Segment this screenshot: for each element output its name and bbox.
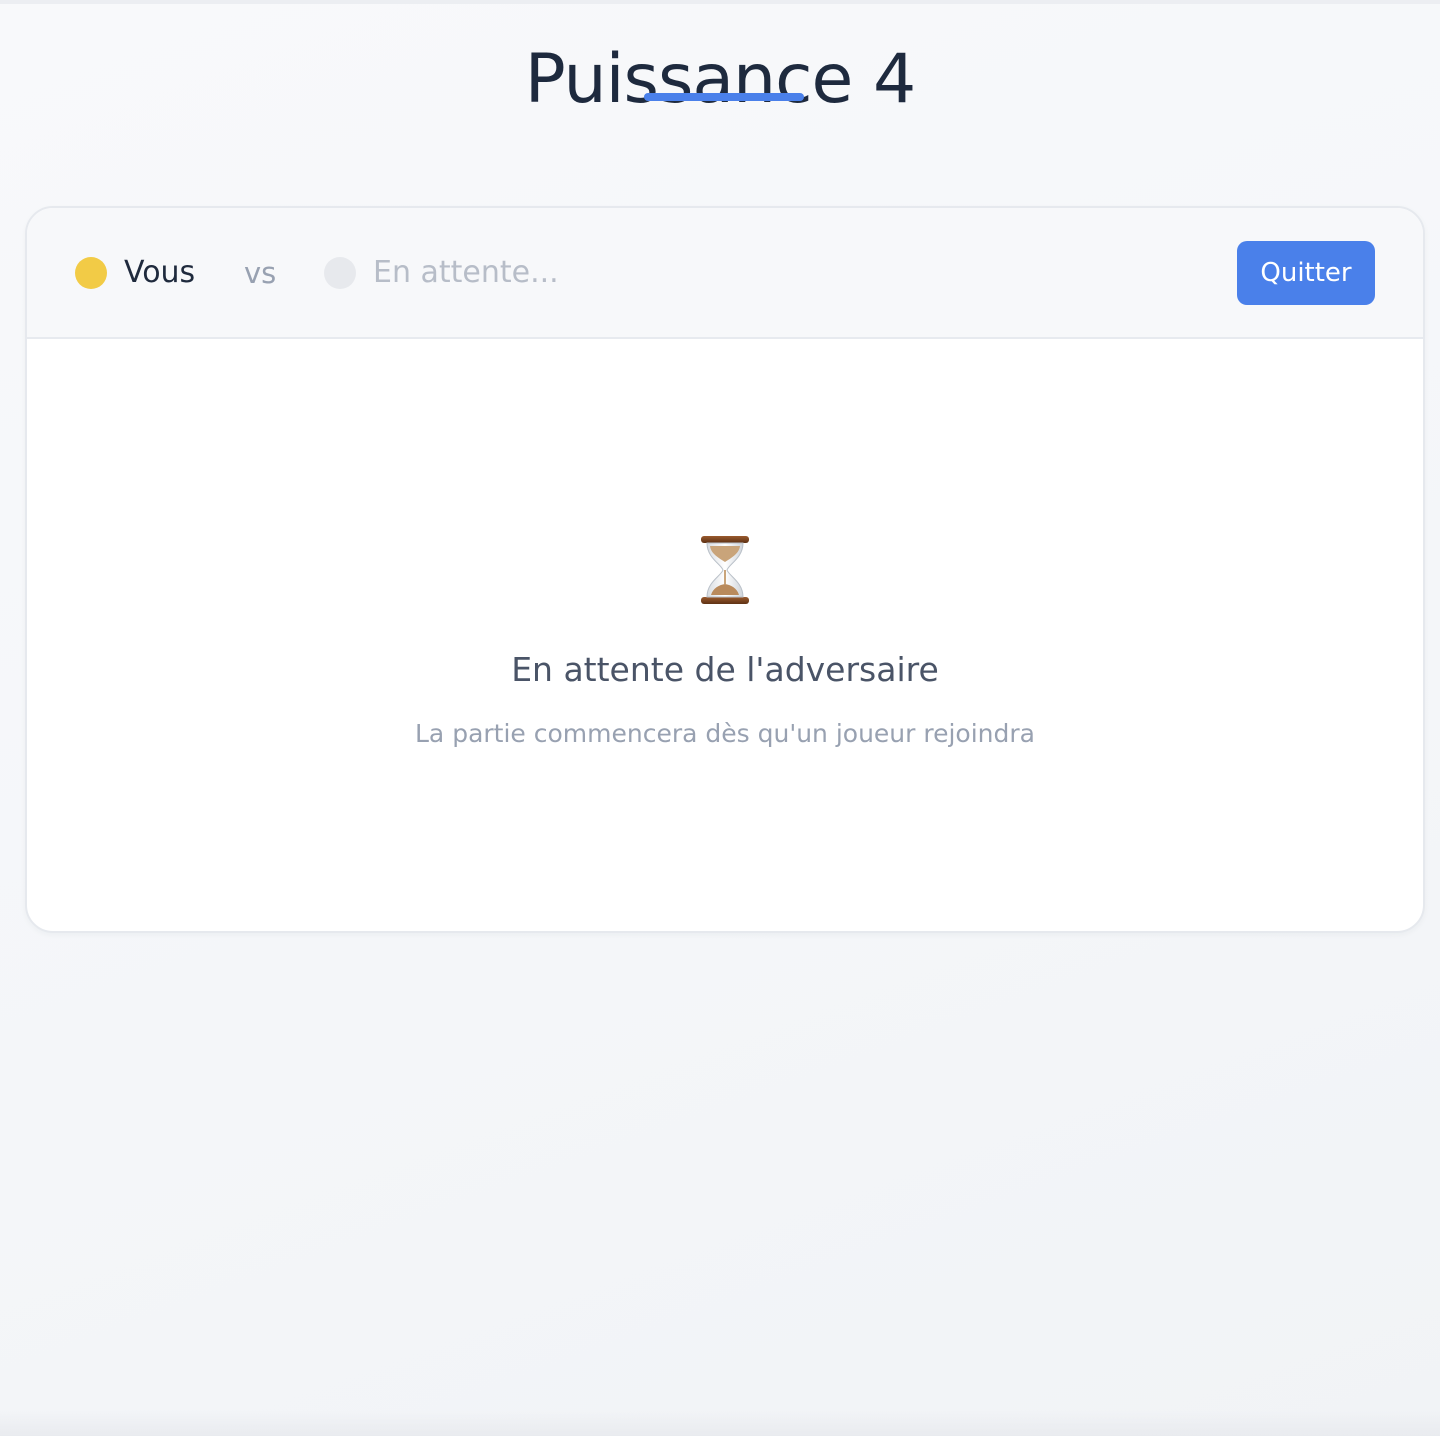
game-card: Vous vs En attente... Quitter En attente…	[25, 206, 1425, 933]
player-opponent: En attente...	[324, 208, 559, 337]
player-opponent-token	[324, 256, 356, 289]
player-you: Vous	[75, 208, 195, 337]
waiting-title: En attente de l'adversaire	[511, 650, 939, 689]
waiting-subtitle: La partie commencera dès qu'un joueur re…	[415, 719, 1035, 748]
player-you-name: Vous	[124, 254, 196, 290]
versus-label: vs	[244, 255, 277, 290]
top-rule	[0, 0, 1440, 4]
quit-button[interactable]: Quitter	[1237, 241, 1375, 305]
player-you-token	[75, 256, 107, 289]
players-bar: Vous vs En attente... Quitter	[27, 208, 1423, 339]
hourglass-icon	[701, 536, 749, 604]
waiting-panel: En attente de l'adversaire La partie com…	[27, 338, 1423, 931]
page-title: Puissance 4	[524, 40, 917, 119]
bottom-shadow	[0, 1410, 1440, 1436]
player-opponent-name: En attente...	[373, 254, 559, 290]
title-underline	[644, 93, 804, 101]
page-header: Puissance 4	[0, 40, 1440, 120]
